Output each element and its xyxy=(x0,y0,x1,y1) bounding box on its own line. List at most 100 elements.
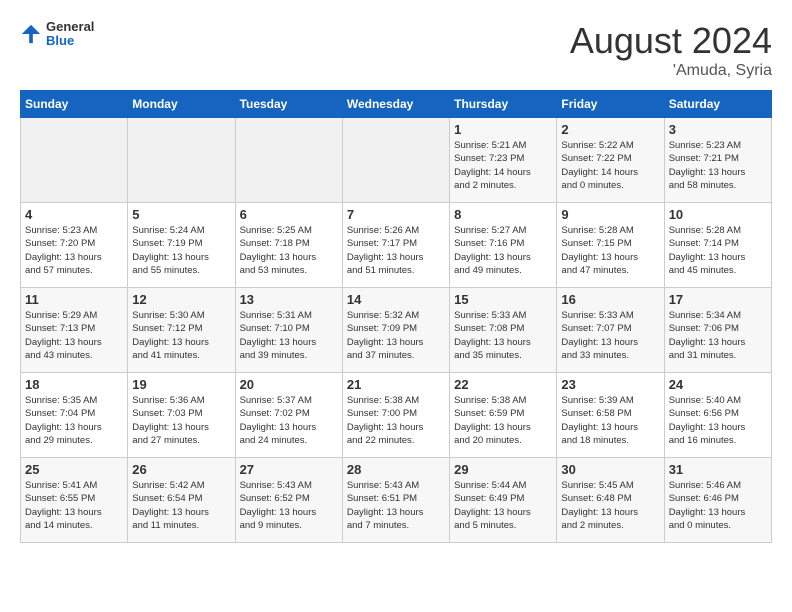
header-day-sunday: Sunday xyxy=(21,91,128,118)
day-number: 26 xyxy=(132,462,230,477)
day-number: 3 xyxy=(669,122,767,137)
logo-icon xyxy=(20,23,42,45)
day-info: Sunrise: 5:29 AM Sunset: 7:13 PM Dayligh… xyxy=(25,309,123,362)
calendar-cell: 19 Sunrise: 5:36 AM Sunset: 7:03 PM Dayli… xyxy=(128,373,235,458)
day-info: Sunrise: 5:38 AM Sunset: 6:59 PM Dayligh… xyxy=(454,394,552,447)
day-info: Sunrise: 5:36 AM Sunset: 7:03 PM Dayligh… xyxy=(132,394,230,447)
calendar-cell: 5 Sunrise: 5:24 AM Sunset: 7:19 PM Daylig… xyxy=(128,203,235,288)
day-info: Sunrise: 5:40 AM Sunset: 6:56 PM Dayligh… xyxy=(669,394,767,447)
day-number: 28 xyxy=(347,462,445,477)
day-info: Sunrise: 5:43 AM Sunset: 6:52 PM Dayligh… xyxy=(240,479,338,532)
day-number: 9 xyxy=(561,207,659,222)
day-number: 24 xyxy=(669,377,767,392)
calendar-cell: 29Sunrise: 5:44 AM Sunset: 6:49 PM Dayli… xyxy=(450,458,557,543)
day-number: 14 xyxy=(347,292,445,307)
header-day-thursday: Thursday xyxy=(450,91,557,118)
day-info: Sunrise: 5:45 AM Sunset: 6:48 PM Dayligh… xyxy=(561,479,659,532)
calendar-cell: 8 Sunrise: 5:27 AM Sunset: 7:16 PM Daylig… xyxy=(450,203,557,288)
day-number: 2 xyxy=(561,122,659,137)
logo-blue: Blue xyxy=(46,34,94,48)
day-info: Sunrise: 5:28 AM Sunset: 7:15 PM Dayligh… xyxy=(561,224,659,277)
day-number: 16 xyxy=(561,292,659,307)
calendar-row-0: 1 Sunrise: 5:21 AM Sunset: 7:23 PM Daylig… xyxy=(21,118,772,203)
day-info: Sunrise: 5:43 AM Sunset: 6:51 PM Dayligh… xyxy=(347,479,445,532)
day-number: 19 xyxy=(132,377,230,392)
day-number: 7 xyxy=(347,207,445,222)
calendar-cell: 28 Sunrise: 5:43 AM Sunset: 6:51 PM Dayli… xyxy=(342,458,449,543)
calendar-cell: 3 Sunrise: 5:23 AM Sunset: 7:21 PM Daylig… xyxy=(664,118,771,203)
day-number: 18 xyxy=(25,377,123,392)
calendar-cell: 7Sunrise: 5:26 AM Sunset: 7:17 PM Daylig… xyxy=(342,203,449,288)
day-info: Sunrise: 5:42 AM Sunset: 6:54 PM Dayligh… xyxy=(132,479,230,532)
day-number: 5 xyxy=(132,207,230,222)
calendar-cell: 13 Sunrise: 5:31 AM Sunset: 7:10 PM Dayli… xyxy=(235,288,342,373)
day-info: Sunrise: 5:25 AM Sunset: 7:18 PM Dayligh… xyxy=(240,224,338,277)
calendar-cell: 31Sunrise: 5:46 AM Sunset: 6:46 PM Dayli… xyxy=(664,458,771,543)
calendar-cell: 21 Sunrise: 5:38 AM Sunset: 7:00 PM Dayli… xyxy=(342,373,449,458)
calendar-body: 1 Sunrise: 5:21 AM Sunset: 7:23 PM Daylig… xyxy=(21,118,772,543)
day-info: Sunrise: 5:32 AM Sunset: 7:09 PM Dayligh… xyxy=(347,309,445,362)
day-info: Sunrise: 5:38 AM Sunset: 7:00 PM Dayligh… xyxy=(347,394,445,447)
calendar-table: SundayMondayTuesdayWednesdayThursdayFrid… xyxy=(20,90,772,543)
day-info: Sunrise: 5:39 AM Sunset: 6:58 PM Dayligh… xyxy=(561,394,659,447)
day-info: Sunrise: 5:33 AM Sunset: 7:07 PM Dayligh… xyxy=(561,309,659,362)
calendar-cell: 16 Sunrise: 5:33 AM Sunset: 7:07 PM Dayli… xyxy=(557,288,664,373)
logo: General Blue xyxy=(20,20,94,49)
calendar-cell: 2 Sunrise: 5:22 AM Sunset: 7:22 PM Daylig… xyxy=(557,118,664,203)
calendar-cell: 6Sunrise: 5:25 AM Sunset: 7:18 PM Daylig… xyxy=(235,203,342,288)
logo-text: General Blue xyxy=(46,20,94,49)
page-subtitle: 'Amuda, Syria xyxy=(570,62,772,80)
day-number: 10 xyxy=(669,207,767,222)
calendar-cell: 18Sunrise: 5:35 AM Sunset: 7:04 PM Dayli… xyxy=(21,373,128,458)
day-info: Sunrise: 5:34 AM Sunset: 7:06 PM Dayligh… xyxy=(669,309,767,362)
day-number: 30 xyxy=(561,462,659,477)
calendar-cell: 20 Sunrise: 5:37 AM Sunset: 7:02 PM Dayli… xyxy=(235,373,342,458)
title-block: August 2024 'Amuda, Syria xyxy=(570,20,772,80)
day-number: 8 xyxy=(454,207,552,222)
day-info: Sunrise: 5:23 AM Sunset: 7:21 PM Dayligh… xyxy=(669,139,767,192)
calendar-cell: 24 Sunrise: 5:40 AM Sunset: 6:56 PM Dayli… xyxy=(664,373,771,458)
day-info: Sunrise: 5:44 AM Sunset: 6:49 PM Dayligh… xyxy=(454,479,552,532)
day-number: 4 xyxy=(25,207,123,222)
calendar-cell: 23 Sunrise: 5:39 AM Sunset: 6:58 PM Dayli… xyxy=(557,373,664,458)
day-info: Sunrise: 5:46 AM Sunset: 6:46 PM Dayligh… xyxy=(669,479,767,532)
calendar-cell xyxy=(342,118,449,203)
header-day-wednesday: Wednesday xyxy=(342,91,449,118)
calendar-cell: 9 Sunrise: 5:28 AM Sunset: 7:15 PM Daylig… xyxy=(557,203,664,288)
day-info: Sunrise: 5:37 AM Sunset: 7:02 PM Dayligh… xyxy=(240,394,338,447)
calendar-cell: 27 Sunrise: 5:43 AM Sunset: 6:52 PM Dayli… xyxy=(235,458,342,543)
day-number: 1 xyxy=(454,122,552,137)
day-info: Sunrise: 5:22 AM Sunset: 7:22 PM Dayligh… xyxy=(561,139,659,192)
day-number: 25 xyxy=(25,462,123,477)
day-number: 22 xyxy=(454,377,552,392)
day-number: 21 xyxy=(347,377,445,392)
calendar-cell: 14 Sunrise: 5:32 AM Sunset: 7:09 PM Dayli… xyxy=(342,288,449,373)
day-info: Sunrise: 5:24 AM Sunset: 7:19 PM Dayligh… xyxy=(132,224,230,277)
header-row: SundayMondayTuesdayWednesdayThursdayFrid… xyxy=(21,91,772,118)
day-number: 23 xyxy=(561,377,659,392)
header-day-saturday: Saturday xyxy=(664,91,771,118)
day-number: 12 xyxy=(132,292,230,307)
day-info: Sunrise: 5:31 AM Sunset: 7:10 PM Dayligh… xyxy=(240,309,338,362)
calendar-row-4: 25 Sunrise: 5:41 AM Sunset: 6:55 PM Dayli… xyxy=(21,458,772,543)
calendar-cell: 10Sunrise: 5:28 AM Sunset: 7:14 PM Dayli… xyxy=(664,203,771,288)
calendar-cell xyxy=(128,118,235,203)
day-number: 13 xyxy=(240,292,338,307)
day-number: 20 xyxy=(240,377,338,392)
day-info: Sunrise: 5:21 AM Sunset: 7:23 PM Dayligh… xyxy=(454,139,552,192)
calendar-cell: 12Sunrise: 5:30 AM Sunset: 7:12 PM Dayli… xyxy=(128,288,235,373)
calendar-row-2: 11Sunrise: 5:29 AM Sunset: 7:13 PM Dayli… xyxy=(21,288,772,373)
calendar-cell: 15Sunrise: 5:33 AM Sunset: 7:08 PM Dayli… xyxy=(450,288,557,373)
calendar-cell: 1 Sunrise: 5:21 AM Sunset: 7:23 PM Daylig… xyxy=(450,118,557,203)
day-info: Sunrise: 5:27 AM Sunset: 7:16 PM Dayligh… xyxy=(454,224,552,277)
day-number: 27 xyxy=(240,462,338,477)
day-info: Sunrise: 5:41 AM Sunset: 6:55 PM Dayligh… xyxy=(25,479,123,532)
page-title: August 2024 xyxy=(570,20,772,62)
calendar-cell: 17Sunrise: 5:34 AM Sunset: 7:06 PM Dayli… xyxy=(664,288,771,373)
calendar-cell xyxy=(235,118,342,203)
calendar-cell: 11Sunrise: 5:29 AM Sunset: 7:13 PM Dayli… xyxy=(21,288,128,373)
calendar-cell: 26 Sunrise: 5:42 AM Sunset: 6:54 PM Dayli… xyxy=(128,458,235,543)
logo-general: General xyxy=(46,20,94,34)
calendar-row-3: 18Sunrise: 5:35 AM Sunset: 7:04 PM Dayli… xyxy=(21,373,772,458)
calendar-cell xyxy=(21,118,128,203)
